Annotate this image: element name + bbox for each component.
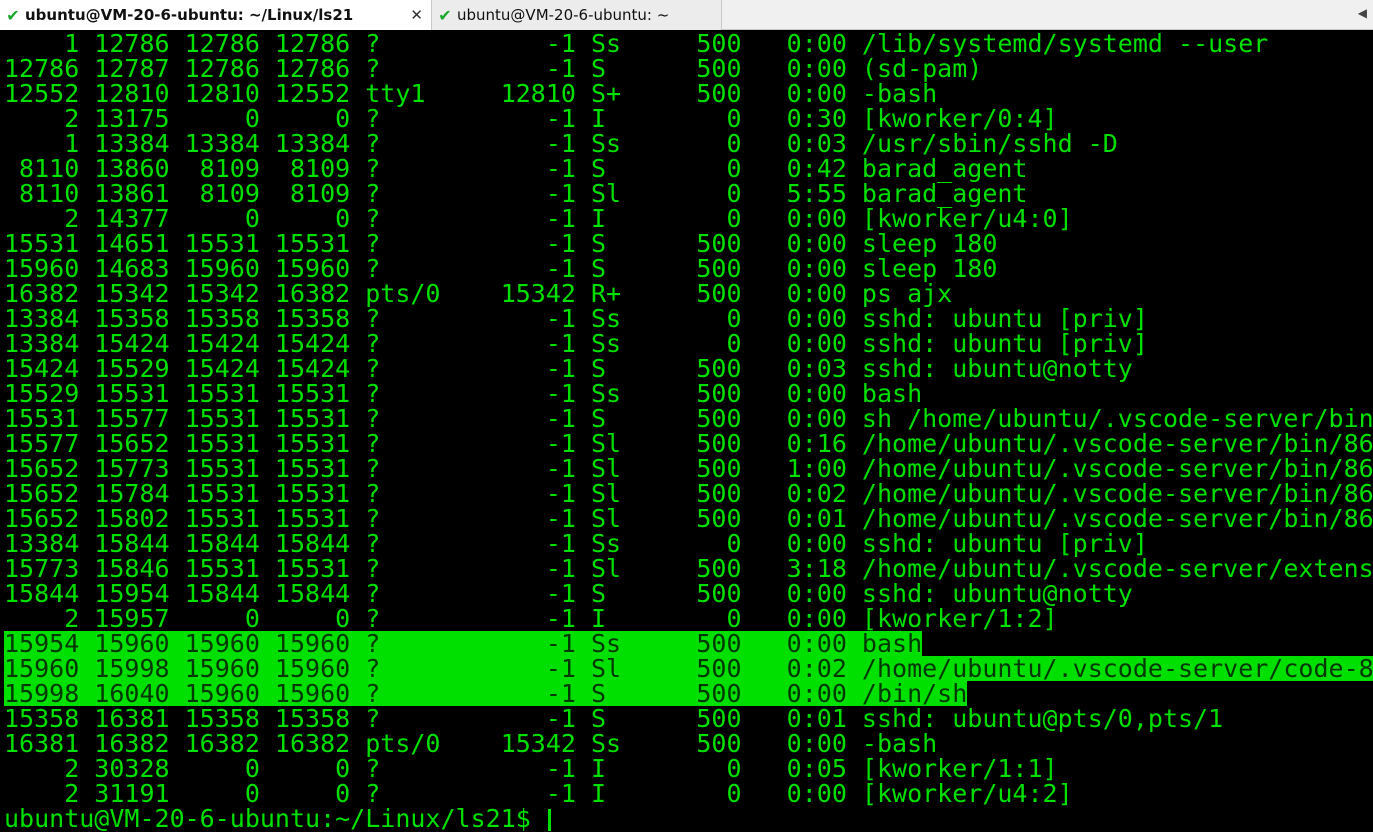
shell-prompt[interactable]: ubuntu@VM-20-6-ubuntu:~/Linux/ls21$ — [4, 806, 551, 831]
terminal-line-selected: 15960 15998 15960 15960 ? -1 Sl 500 0:02… — [4, 654, 1373, 683]
terminal-line-selected: 15998 16040 15960 15960 ? -1 S 500 0:00 … — [4, 679, 968, 708]
terminal-line: 15529 15531 15531 15531 ? -1 Ss 500 0:00… — [4, 379, 923, 408]
terminal-line: 15652 15773 15531 15531 ? -1 Sl 500 1:00… — [4, 454, 1373, 483]
terminal-line: 12552 12810 12810 12552 tty1 12810 S+ 50… — [4, 79, 938, 108]
terminal-line: 8110 13861 8109 8109 ? -1 Sl 0 5:55 bara… — [4, 179, 1028, 208]
terminal-line: 15531 14651 15531 15531 ? -1 S 500 0:00 … — [4, 229, 998, 258]
chevron-left-icon[interactable]: ◀ — [1358, 6, 1367, 20]
terminal-line: 2 13175 0 0 ? -1 I 0 0:30 [kworker/0:4] — [4, 104, 1058, 133]
terminal-line: 1 13384 13384 13384 ? -1 Ss 0 0:03 /usr/… — [4, 129, 1118, 158]
tab-bar: ✔ ubuntu@VM-20-6-ubuntu: ~/Linux/ls21 ✕ … — [0, 0, 1373, 30]
text-cursor — [547, 809, 551, 831]
terminal-line: 15531 15577 15531 15531 ? -1 S 500 0:00 … — [4, 404, 1373, 433]
terminal-line: 15424 15529 15424 15424 ? -1 S 500 0:03 … — [4, 354, 1133, 383]
terminal-line: 13384 15424 15424 15424 ? -1 Ss 0 0:00 s… — [4, 329, 1148, 358]
terminal-line: 13384 15358 15358 15358 ? -1 Ss 0 0:00 s… — [4, 304, 1148, 333]
terminal-line: 15652 15802 15531 15531 ? -1 Sl 500 0:01… — [4, 504, 1373, 533]
terminal-line: 15844 15954 15844 15844 ? -1 S 500 0:00 … — [4, 579, 1133, 608]
terminal-line: 2 31191 0 0 ? -1 I 0 0:00 [kworker/u4:2] — [4, 779, 1073, 808]
tab-label: ubuntu@VM-20-6-ubuntu: ~/Linux/ls21 — [25, 6, 354, 24]
terminal-line: 2 30328 0 0 ? -1 I 0 0:05 [kworker/1:1] — [4, 754, 1058, 783]
connected-check-icon: ✔ — [438, 5, 452, 25]
terminal-line: 1 12786 12786 12786 ? -1 Ss 500 0:00 /li… — [4, 31, 1269, 58]
prompt-text: ubuntu@VM-20-6-ubuntu:~/Linux/ls21$ — [4, 804, 546, 832]
terminal-output[interactable]: 1 12786 12786 12786 ? -1 Ss 500 0:00 /li… — [0, 31, 1373, 832]
terminal-line: 16381 16382 16382 16382 pts/0 15342 Ss 5… — [4, 729, 938, 758]
terminal-line: 15773 15846 15531 15531 ? -1 Sl 500 3:18… — [4, 554, 1373, 583]
terminal-line: 8110 13860 8109 8109 ? -1 S 0 0:42 barad… — [4, 154, 1028, 183]
tab-label: ubuntu@VM-20-6-ubuntu: ~ — [457, 6, 670, 24]
terminal-line-selected: 15954 15960 15960 15960 ? -1 Ss 500 0:00… — [4, 629, 923, 658]
terminal-line: 15960 14683 15960 15960 ? -1 S 500 0:00 … — [4, 254, 998, 283]
terminal-line: 16382 15342 15342 16382 pts/0 15342 R+ 5… — [4, 279, 953, 308]
close-tab-icon[interactable]: ✕ — [410, 6, 423, 24]
terminal-line: 2 15957 0 0 ? -1 I 0 0:00 [kworker/1:2] — [4, 604, 1058, 633]
terminal-line: 2 14377 0 0 ? -1 I 0 0:00 [kworker/u4:0] — [4, 204, 1073, 233]
connected-check-icon: ✔ — [6, 5, 20, 25]
terminal-line: 15358 16381 15358 15358 ? -1 S 500 0:01 … — [4, 704, 1224, 733]
terminal-line: 12786 12787 12786 12786 ? -1 S 500 0:00 … — [4, 54, 983, 83]
terminal-line: 15652 15784 15531 15531 ? -1 Sl 500 0:02… — [4, 479, 1373, 508]
terminal-line: 15577 15652 15531 15531 ? -1 Sl 500 0:16… — [4, 429, 1373, 458]
terminal-line: 13384 15844 15844 15844 ? -1 Ss 0 0:00 s… — [4, 529, 1148, 558]
tab-home[interactable]: ✔ ubuntu@VM-20-6-ubuntu: ~ — [432, 0, 722, 30]
tab-ls21[interactable]: ✔ ubuntu@VM-20-6-ubuntu: ~/Linux/ls21 ✕ — [0, 0, 432, 30]
